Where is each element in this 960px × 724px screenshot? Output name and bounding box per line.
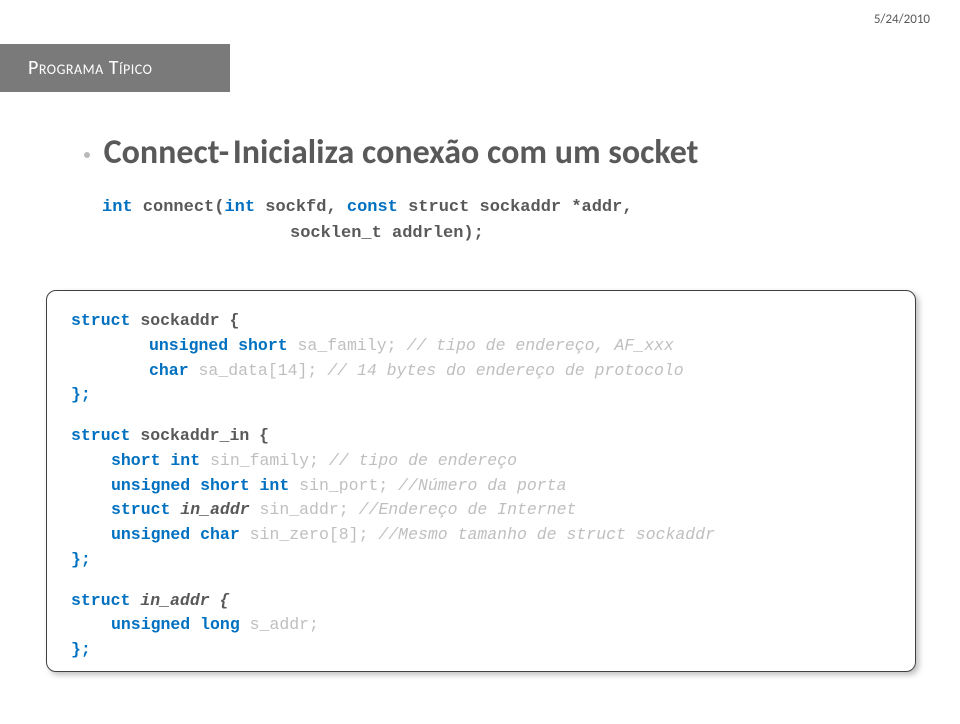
sig-line-1: int connect(int sockfd, const struct soc…: [102, 195, 924, 221]
blank-1: [71, 408, 891, 424]
sig-line-2: socklen_t addrlen);: [290, 221, 924, 247]
kw-const: const: [347, 198, 398, 217]
code-line-7: unsigned short int sin_port; //Número da…: [111, 474, 891, 499]
close-brace: };: [71, 385, 91, 404]
l3-cmt: // 14 bytes do endereço de protocolo: [327, 361, 683, 380]
title-row: Connect- Inicializa conexão com um socke…: [84, 132, 924, 173]
l9-cmt: //Mesmo tamanho de struct sockaddr: [378, 525, 715, 544]
l6-rest: sin_family;: [200, 451, 329, 470]
sig-p1: sockfd,: [255, 198, 347, 217]
close-brace3: };: [71, 640, 91, 659]
code-line-3: char sa_data[14]; // 14 bytes do endereç…: [149, 359, 891, 384]
kw-shortint: short int: [111, 451, 200, 470]
l7-cmt: //Número da porta: [398, 476, 566, 495]
code-box: struct sockaddr { unsigned short sa_fami…: [46, 290, 916, 672]
code-line-9: unsigned char sin_zero[8]; //Mesmo taman…: [111, 523, 891, 548]
l8-rest: sin_addr;: [250, 500, 359, 519]
code-line-10: };: [71, 548, 891, 573]
kw-ushortint: unsigned short int: [111, 476, 289, 495]
code-line-8: struct in_addr sin_addr; //Endereço de I…: [111, 498, 891, 523]
code-line-12: unsigned long s_addr;: [111, 613, 891, 638]
l7-rest: sin_port;: [289, 476, 398, 495]
l8-cmt: //Endereço de Internet: [359, 500, 577, 519]
l2-cmt: // tipo de endereço, AF_xxx: [406, 336, 673, 355]
name-inaddr: in_addr: [170, 500, 249, 519]
date-text: 5/24/2010: [874, 12, 930, 27]
code-line-2: unsigned short sa_family; // tipo de end…: [149, 334, 891, 359]
l3-rest: sa_data[14];: [189, 361, 328, 380]
kw-uchar: unsigned char: [111, 525, 240, 544]
kw-ushort: unsigned short: [149, 336, 288, 355]
kw-struct2: struct: [71, 426, 130, 445]
kw-struct: struct: [71, 311, 130, 330]
kw-int: int: [102, 198, 133, 217]
blank-2: [71, 573, 891, 589]
close-brace2: };: [71, 550, 91, 569]
l9-rest: sin_zero[8];: [240, 525, 379, 544]
name-inaddr2: in_addr {: [130, 591, 229, 610]
kw-char: char: [149, 361, 189, 380]
l6-cmt: // tipo de endereço: [329, 451, 517, 470]
section-header-label: Programa Típico: [28, 56, 152, 80]
function-signature: int connect(int sockfd, const struct soc…: [102, 195, 924, 246]
code-line-6: short int sin_family; // tipo de endereç…: [111, 449, 891, 474]
code-line-1: struct sockaddr {: [71, 309, 891, 334]
kw-ulong: unsigned long: [111, 615, 240, 634]
kw-int2: int: [224, 198, 255, 217]
code-line-4: };: [71, 383, 891, 408]
main-content: Connect- Inicializa conexão com um socke…: [84, 132, 924, 246]
section-header: Programa Típico: [0, 44, 230, 92]
kw-struct4: struct: [71, 591, 130, 610]
name-sockaddr-in: sockaddr_in {: [130, 426, 269, 445]
l12-rest: s_addr;: [240, 615, 319, 634]
title-sub: Inicializa conexão com um socket: [233, 132, 699, 173]
l2-rest: sa_family;: [288, 336, 407, 355]
sig-fn: connect(: [133, 198, 225, 217]
code-line-13: };: [71, 638, 891, 663]
kw-struct3: struct: [111, 500, 170, 519]
code-line-11: struct in_addr {: [71, 589, 891, 614]
title-main: Connect-: [104, 132, 229, 173]
sig-p2: struct sockaddr *addr,: [398, 198, 633, 217]
code-line-5: struct sockaddr_in {: [71, 424, 891, 449]
name-sockaddr: sockaddr {: [130, 311, 239, 330]
bullet-icon: [84, 152, 90, 158]
